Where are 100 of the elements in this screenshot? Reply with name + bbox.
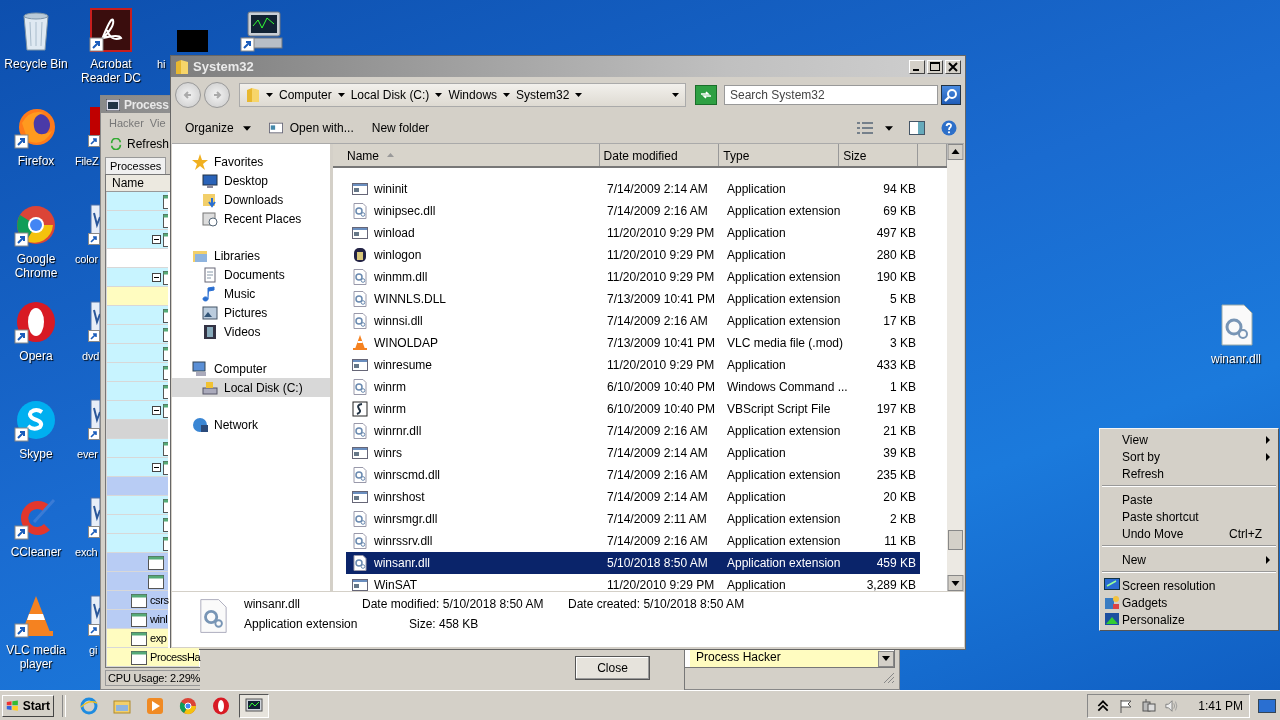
nav-item[interactable]: Pictures [172,303,330,322]
file-row[interactable]: winrm 6/10/2009 10:40 PM Windows Command ... 1 KB [346,376,920,398]
nav-item[interactable]: Computer [172,359,330,378]
file-row[interactable]: WINNLS.DLL 7/13/2009 10:41 PM Application extension 5 KB [346,288,920,310]
app-icon[interactable] [89,8,133,52]
nav-item[interactable]: Videos [172,322,330,341]
nav-item[interactable]: Music [172,284,330,303]
nav-item[interactable]: Documents [172,265,330,284]
file-row[interactable]: WINOLDAP 7/13/2009 10:41 PM VLC media file (.mod) 3 KB [346,332,920,354]
file-row[interactable]: winrs 7/14/2009 2:14 AM Application 39 KB [346,442,920,464]
minimize-button[interactable] [909,59,925,74]
maximize-button[interactable] [927,59,943,74]
icon-label: Recycle Bin [3,57,69,71]
scroll-thumb[interactable] [948,530,963,550]
monitor-icon[interactable] [240,8,284,52]
file-row[interactable]: winrssrv.dll 7/14/2009 2:16 AM Application extension 11 KB [346,530,920,552]
scroll-up-button[interactable] [947,144,964,160]
resize-grip-icon[interactable] [883,672,895,685]
show-desktop-icon[interactable] [1258,698,1276,713]
clock[interactable]: 1:41 PM [1198,698,1243,713]
app-icon[interactable] [14,203,58,247]
process-row[interactable]: ProcessHa [106,647,199,667]
caret-icon[interactable] [885,125,893,131]
menu-item[interactable]: New [1102,551,1276,568]
menu-item[interactable]: Paste [1102,491,1276,508]
network-icon[interactable] [1142,698,1157,713]
menu-item[interactable]: Undo Move Ctrl+Z [1102,525,1276,542]
scrollbar[interactable] [947,144,964,591]
menu-item[interactable]: Sort by [1102,448,1276,465]
file-row[interactable]: winload 11/20/2010 9:29 PM Application 497 KB [346,222,920,244]
column-header[interactable]: Date modified [599,144,720,166]
flag-icon[interactable] [1119,698,1134,713]
organize-menu[interactable]: Organize [179,118,257,138]
file-row[interactable]: winresume 11/20/2010 9:29 PM Application 433 KB [346,354,920,376]
nav-item[interactable]: Network [172,415,330,434]
scroll-down-button[interactable] [878,650,894,667]
network-icon [192,416,208,433]
nav-item[interactable]: Local Disk (C:) [172,378,330,397]
file-row[interactable]: winrscmd.dll 7/14/2009 2:16 AM Application extension 235 KB [346,464,920,486]
breadcrumb-item[interactable]: Local Disk (C:) [350,88,430,102]
icon-label: winanr.dll [1210,352,1262,366]
breadcrumb-item[interactable]: Windows [448,88,498,102]
file-row[interactable]: winmm.dll 11/20/2010 9:29 PM Application extension 190 KB [346,266,920,288]
nav-item[interactable]: Recent Places [172,209,330,228]
nav-item[interactable]: Downloads [172,190,330,209]
collapse-icon[interactable] [152,272,161,282]
open-with-button[interactable]: Open with... [262,118,360,138]
download-folder-icon [202,191,218,208]
breadcrumb-item[interactable]: System32 [516,88,570,102]
file-row[interactable]: winrshost 7/14/2009 2:14 AM Application 20 KB [346,486,920,508]
nav-item[interactable]: Desktop [172,171,330,190]
view-options-icon[interactable] [857,120,873,136]
close-button[interactable]: Close [575,656,650,680]
tab[interactable]: Processes [105,156,167,174]
nav-item[interactable]: Libraries [172,246,330,265]
refresh-button[interactable] [695,85,717,105]
file-row[interactable]: winrm 6/10/2009 10:40 PM VBScript Script File 197 KB [346,398,920,420]
file-row[interactable]: wininit 7/14/2009 2:14 AM Application 94 KB [346,178,920,200]
nav-item[interactable]: Favorites [172,152,330,171]
start-button[interactable]: Start [2,694,54,717]
breadcrumb-item[interactable]: Computer [279,88,332,102]
new-folder-button[interactable]: New folder [365,118,436,138]
preview-pane-icon[interactable] [909,120,925,136]
column-header[interactable]: Size [839,144,919,166]
collapse-icon[interactable] [152,462,161,472]
file-size: 433 KB [875,358,917,372]
menu-item[interactable]: View [1102,431,1276,448]
menu-item[interactable]: Refresh [1102,465,1276,482]
address-bar[interactable]: Computer Local Disk (C:) Windows System32 [239,83,686,107]
column-header[interactable]: Type [719,144,840,166]
file-row[interactable]: winrnr.dll 7/14/2009 2:16 AM Application extension 21 KB [346,420,920,442]
file-row[interactable]: winlogon 11/20/2010 9:29 PM Application 280 KB [346,244,920,266]
show-hidden-icons-icon[interactable] [1096,698,1111,713]
window-icon [352,489,368,505]
file-name: WINNLS.DLL [374,292,447,306]
file-row[interactable]: winipsec.dll 7/14/2009 2:16 AM Application extension 69 KB [346,200,920,222]
app-icon[interactable] [14,300,58,344]
refresh-button[interactable]: Refresh [105,136,174,151]
search-field[interactable]: Search System32 [724,85,938,105]
taskbar-button[interactable] [239,693,269,718]
file-row[interactable]: WinSAT 11/20/2010 9:29 PM Application 3,289 KB [346,574,920,591]
app-icon[interactable] [88,105,100,149]
file-row[interactable]: winrsmgr.dll 7/14/2009 2:11 AM Application extension 2 KB [346,508,920,530]
menu-item[interactable]: Personalize [1102,611,1276,628]
close-button[interactable] [945,59,961,74]
app-icon[interactable] [14,496,58,540]
file-row[interactable]: winsanr.dll 5/10/2018 8:50 AM Application extension 459 KB [346,552,920,574]
collapse-icon[interactable] [152,234,161,244]
menu-item[interactable]: Gadgets [1102,594,1276,611]
search-button[interactable] [941,85,961,105]
scroll-down-button[interactable] [947,575,964,591]
file-row[interactable]: winnsi.dll 7/14/2009 2:16 AM Application extension 17 KB [346,310,920,332]
column-header[interactable]: Name [333,144,600,166]
menu-item[interactable]: Screen resolution [1102,577,1276,594]
column-header[interactable]: Name [112,175,144,190]
file-date: 7/14/2009 2:16 AM [606,424,709,438]
help-icon[interactable] [941,120,957,136]
menu-item[interactable]: Paste shortcut [1102,508,1276,525]
gear-file-icon [352,291,368,307]
collapse-icon[interactable] [152,405,161,415]
